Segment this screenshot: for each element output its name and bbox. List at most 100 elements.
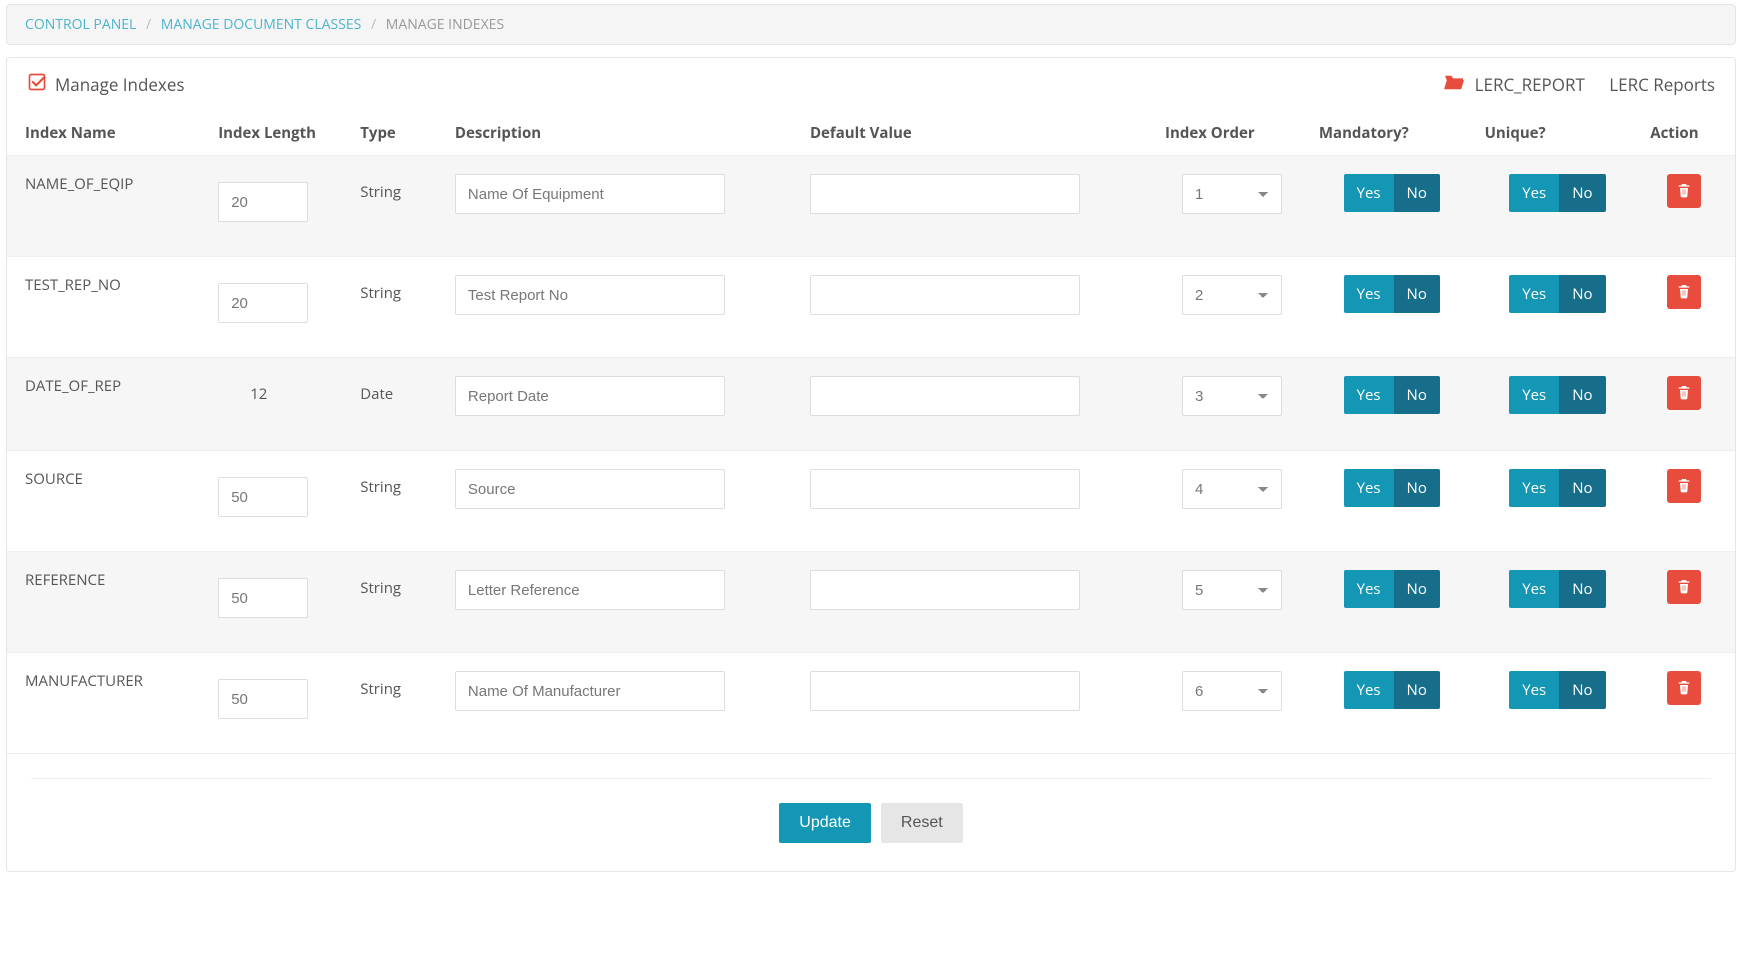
reset-button[interactable]: Reset [881, 803, 963, 843]
table-row: DATE_OF_REP12Date3YesNoYesNo [7, 358, 1735, 451]
unique-yes-option[interactable]: Yes [1509, 570, 1559, 608]
default-value-input[interactable] [810, 469, 1080, 509]
index-order-select[interactable]: 5 [1182, 570, 1282, 610]
table-row: NAME_OF_EQIPString1YesNoYesNo [7, 156, 1735, 257]
description-input[interactable] [455, 376, 725, 416]
cell-unique: YesNo [1475, 156, 1641, 257]
delete-button[interactable] [1667, 671, 1701, 705]
unique-no-option[interactable]: No [1559, 469, 1605, 507]
mandatory-yes-option[interactable]: Yes [1344, 469, 1394, 507]
indexes-table: Index Name Index Length Type Description… [7, 111, 1735, 754]
cell-default-value [800, 451, 1155, 552]
cell-description [445, 358, 800, 451]
mandatory-toggle[interactable]: YesNo [1344, 469, 1440, 507]
trash-icon [1676, 384, 1692, 403]
cell-description [445, 451, 800, 552]
th-index-name: Index Name [7, 111, 208, 156]
index-length-input[interactable] [218, 182, 308, 222]
trash-icon [1676, 578, 1692, 597]
cell-mandatory: YesNo [1309, 451, 1475, 552]
mandatory-no-option[interactable]: No [1394, 174, 1440, 212]
index-order-select[interactable]: 3 [1182, 376, 1282, 416]
cell-index-length: 12 [208, 358, 350, 451]
breadcrumb-link-manage-document-classes[interactable]: MANAGE DOCUMENT CLASSES [161, 15, 362, 34]
delete-button[interactable] [1667, 174, 1701, 208]
description-input[interactable] [455, 275, 725, 315]
unique-toggle[interactable]: YesNo [1509, 469, 1605, 507]
th-description: Description [445, 111, 800, 156]
index-order-select[interactable]: 1 [1182, 174, 1282, 214]
mandatory-no-option[interactable]: No [1394, 570, 1440, 608]
delete-button[interactable] [1667, 376, 1701, 410]
cell-index-length [208, 552, 350, 653]
delete-button[interactable] [1667, 469, 1701, 503]
breadcrumb: CONTROL PANEL / MANAGE DOCUMENT CLASSES … [6, 4, 1736, 45]
cell-index-name: MANUFACTURER [7, 653, 208, 754]
index-order-select[interactable]: 4 [1182, 469, 1282, 509]
unique-yes-option[interactable]: Yes [1509, 376, 1559, 414]
index-length-input[interactable] [218, 578, 308, 618]
mandatory-toggle[interactable]: YesNo [1344, 671, 1440, 709]
unique-yes-option[interactable]: Yes [1509, 671, 1559, 709]
unique-yes-option[interactable]: Yes [1509, 275, 1559, 313]
default-value-input[interactable] [810, 570, 1080, 610]
unique-toggle[interactable]: YesNo [1509, 275, 1605, 313]
mandatory-yes-option[interactable]: Yes [1344, 275, 1394, 313]
mandatory-toggle[interactable]: YesNo [1344, 570, 1440, 608]
unique-toggle[interactable]: YesNo [1509, 376, 1605, 414]
cell-index-length [208, 451, 350, 552]
unique-yes-option[interactable]: Yes [1509, 174, 1559, 212]
document-class-label: LERC Reports [1609, 73, 1715, 96]
unique-no-option[interactable]: No [1559, 376, 1605, 414]
cell-index-order: 5 [1155, 552, 1309, 653]
mandatory-yes-option[interactable]: Yes [1344, 570, 1394, 608]
cell-type: Date [350, 358, 445, 451]
mandatory-yes-option[interactable]: Yes [1344, 376, 1394, 414]
mandatory-no-option[interactable]: No [1394, 275, 1440, 313]
unique-yes-option[interactable]: Yes [1509, 469, 1559, 507]
mandatory-no-option[interactable]: No [1394, 376, 1440, 414]
mandatory-no-option[interactable]: No [1394, 469, 1440, 507]
update-button[interactable]: Update [779, 803, 871, 843]
unique-no-option[interactable]: No [1559, 275, 1605, 313]
default-value-input[interactable] [810, 174, 1080, 214]
table-header-row: Index Name Index Length Type Description… [7, 111, 1735, 156]
cell-mandatory: YesNo [1309, 552, 1475, 653]
mandatory-toggle[interactable]: YesNo [1344, 174, 1440, 212]
mandatory-yes-option[interactable]: Yes [1344, 174, 1394, 212]
default-value-input[interactable] [810, 275, 1080, 315]
unique-no-option[interactable]: No [1559, 671, 1605, 709]
cell-unique: YesNo [1475, 257, 1641, 358]
index-length-input[interactable] [218, 477, 308, 517]
th-default-value: Default Value [800, 111, 1155, 156]
mandatory-yes-option[interactable]: Yes [1344, 671, 1394, 709]
index-length-input[interactable] [218, 679, 308, 719]
description-input[interactable] [455, 570, 725, 610]
table-row: SOURCEString4YesNoYesNo [7, 451, 1735, 552]
index-length-input[interactable] [218, 283, 308, 323]
mandatory-no-option[interactable]: No [1394, 671, 1440, 709]
delete-button[interactable] [1667, 275, 1701, 309]
default-value-input[interactable] [810, 376, 1080, 416]
delete-button[interactable] [1667, 570, 1701, 604]
unique-no-option[interactable]: No [1559, 570, 1605, 608]
mandatory-toggle[interactable]: YesNo [1344, 376, 1440, 414]
unique-no-option[interactable]: No [1559, 174, 1605, 212]
mandatory-toggle[interactable]: YesNo [1344, 275, 1440, 313]
th-mandatory: Mandatory? [1309, 111, 1475, 156]
index-order-select[interactable]: 6 [1182, 671, 1282, 711]
cell-index-order: 6 [1155, 653, 1309, 754]
unique-toggle[interactable]: YesNo [1509, 570, 1605, 608]
unique-toggle[interactable]: YesNo [1509, 671, 1605, 709]
cell-type: String [350, 156, 445, 257]
cell-mandatory: YesNo [1309, 257, 1475, 358]
description-input[interactable] [455, 469, 725, 509]
description-input[interactable] [455, 174, 725, 214]
description-input[interactable] [455, 671, 725, 711]
cell-action [1640, 257, 1735, 358]
cell-index-name: TEST_REP_NO [7, 257, 208, 358]
default-value-input[interactable] [810, 671, 1080, 711]
index-order-select[interactable]: 2 [1182, 275, 1282, 315]
breadcrumb-link-control-panel[interactable]: CONTROL PANEL [25, 15, 136, 34]
unique-toggle[interactable]: YesNo [1509, 174, 1605, 212]
